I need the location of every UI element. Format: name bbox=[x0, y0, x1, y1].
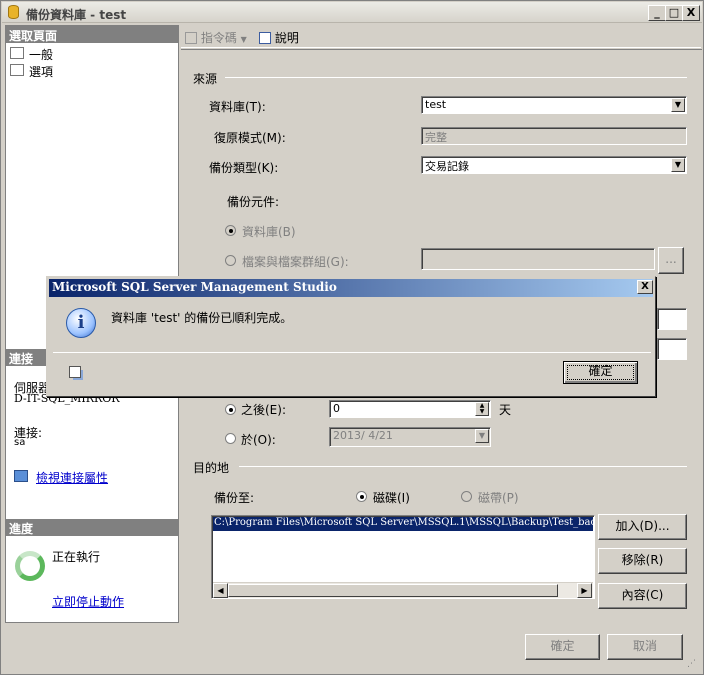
page-icon bbox=[10, 47, 24, 59]
expire-after-value: 0 bbox=[333, 402, 340, 415]
connection-properties-icon bbox=[14, 470, 28, 482]
scroll-left-icon[interactable]: ◀ bbox=[213, 583, 228, 598]
stepper-icon[interactable]: ▲ ▼ bbox=[475, 402, 489, 416]
chevron-down-icon: ▼ bbox=[475, 429, 489, 443]
recovery-model-field: 完整 bbox=[421, 127, 687, 145]
dialog-title: Microsoft SQL Server Management Studio bbox=[52, 280, 337, 294]
chevron-down-icon: ▼ bbox=[240, 35, 247, 44]
dialog-message: 資料庫 'test' 的備份已順利完成。 bbox=[111, 311, 293, 325]
expire-on-date: 2013/ 4/21 ▼ bbox=[329, 427, 491, 447]
scroll-right-icon[interactable]: ▶ bbox=[577, 583, 592, 598]
backup-to-label: 備份至: bbox=[214, 491, 255, 505]
expire-on-label: 於(O): bbox=[241, 433, 276, 447]
cancel-button[interactable]: 取消 bbox=[607, 634, 683, 660]
disk-radio[interactable] bbox=[356, 491, 367, 502]
divider bbox=[239, 466, 687, 467]
help-button[interactable]: 說明 bbox=[259, 29, 299, 46]
connection-value: sa bbox=[14, 437, 26, 448]
progress-header: 進度 bbox=[6, 519, 178, 536]
chevron-down-icon[interactable]: ▼ bbox=[671, 98, 685, 112]
days-unit: 天 bbox=[499, 403, 512, 417]
component-database-radio[interactable] bbox=[225, 225, 236, 236]
expire-after-input[interactable]: 0 ▲ ▼ bbox=[329, 400, 491, 418]
files-browse-button[interactable]: ... bbox=[658, 247, 684, 274]
resize-grip-icon[interactable]: ⋰ bbox=[687, 659, 701, 673]
disk-label: 磁碟(I) bbox=[373, 491, 410, 505]
backup-type-select[interactable]: 交易記錄 ▼ bbox=[421, 156, 687, 174]
expire-after-label: 之後(E): bbox=[241, 403, 286, 417]
dialog-close-button[interactable]: X bbox=[637, 280, 653, 294]
chevron-down-icon[interactable]: ▼ bbox=[671, 158, 685, 172]
window-titlebar[interactable]: 備份資料庫 - test _ □ X bbox=[2, 2, 702, 23]
database-icon bbox=[8, 5, 19, 19]
expire-on-radio[interactable] bbox=[225, 433, 236, 444]
source-header: 來源 bbox=[193, 72, 218, 86]
script-label: 指令碼 bbox=[200, 31, 237, 45]
component-database-label: 資料庫(B) bbox=[242, 225, 296, 239]
name-field[interactable] bbox=[657, 308, 687, 330]
help-icon bbox=[259, 32, 271, 44]
select-page-header: 選取頁面 bbox=[6, 26, 178, 43]
page-label: 一般 bbox=[29, 48, 54, 62]
contents-button[interactable]: 內容(C) bbox=[598, 583, 687, 609]
database-label: 資料庫(T): bbox=[209, 100, 266, 114]
divider bbox=[225, 77, 687, 78]
expire-after-radio[interactable] bbox=[225, 404, 236, 415]
spinner-icon bbox=[15, 551, 45, 581]
tape-radio[interactable] bbox=[461, 491, 472, 502]
page-label: 選項 bbox=[29, 65, 54, 79]
copy-icon[interactable] bbox=[69, 366, 81, 378]
add-button[interactable]: 加入(D)... bbox=[598, 514, 687, 540]
page-icon bbox=[10, 64, 24, 76]
destination-header: 目的地 bbox=[193, 461, 230, 475]
message-dialog: Microsoft SQL Server Management Studio X… bbox=[46, 276, 656, 397]
scroll-thumb[interactable] bbox=[228, 584, 558, 597]
script-button[interactable]: 指令碼 ▼ bbox=[185, 29, 247, 46]
maximize-button[interactable]: □ bbox=[665, 5, 683, 21]
stop-action-link[interactable]: 立即停止動作 bbox=[52, 593, 124, 610]
divider bbox=[53, 352, 651, 353]
database-value: test bbox=[425, 98, 447, 111]
view-connection-properties-link[interactable]: 檢視連接屬性 bbox=[36, 469, 108, 486]
dialog-ok-button[interactable]: 確定 bbox=[563, 361, 638, 384]
info-icon: i bbox=[66, 308, 96, 338]
destination-list[interactable]: C:\Program Files\Microsoft SQL Server\MS… bbox=[211, 515, 595, 599]
window-title: 備份資料庫 - test bbox=[26, 8, 127, 22]
help-label: 說明 bbox=[274, 31, 299, 45]
progress-status: 正在執行 bbox=[52, 550, 101, 564]
script-icon bbox=[185, 32, 197, 44]
toolbar: 指令碼 ▼ 說明 bbox=[181, 25, 701, 48]
component-files-radio[interactable] bbox=[225, 255, 236, 266]
backup-type-label: 備份類型(K): bbox=[209, 161, 279, 175]
list-item[interactable]: C:\Program Files\Microsoft SQL Server\MS… bbox=[213, 517, 593, 531]
description-field[interactable] bbox=[657, 338, 687, 360]
remove-button[interactable]: 移除(R) bbox=[598, 548, 687, 574]
recovery-model-label: 復原模式(M): bbox=[214, 131, 286, 145]
dialog-titlebar[interactable]: Microsoft SQL Server Management Studio bbox=[49, 279, 653, 297]
minimize-button[interactable]: _ bbox=[648, 5, 666, 21]
horizontal-scrollbar[interactable]: ◀ ▶ bbox=[213, 582, 593, 598]
tape-label: 磁帶(P) bbox=[478, 491, 519, 505]
close-button[interactable]: X bbox=[682, 5, 700, 21]
files-field bbox=[421, 248, 655, 270]
component-files-label: 檔案與檔案群組(G): bbox=[242, 255, 349, 269]
backup-type-value: 交易記錄 bbox=[425, 160, 469, 173]
backup-component-label: 備份元件: bbox=[227, 195, 280, 209]
expire-on-value: 2013/ 4/21 bbox=[333, 429, 393, 442]
ok-button[interactable]: 確定 bbox=[525, 634, 600, 660]
database-select[interactable]: test ▼ bbox=[421, 96, 687, 114]
